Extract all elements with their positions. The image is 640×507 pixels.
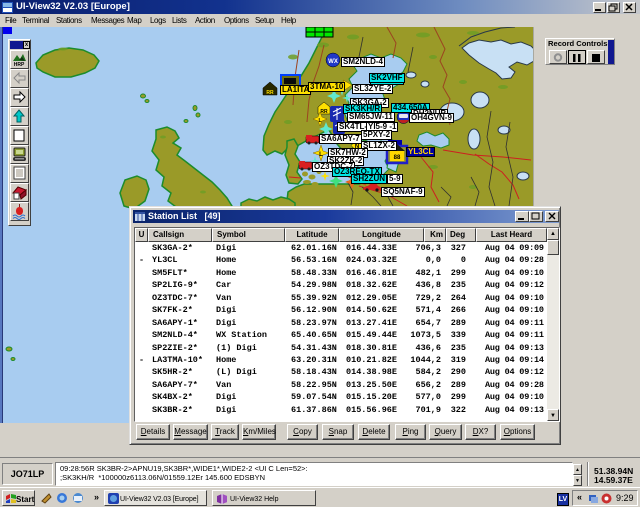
svg-text:HRP: HRP [14, 62, 25, 68]
svg-text:RR: RR [320, 109, 328, 115]
svg-text:88: 88 [394, 155, 401, 161]
svg-text:RR: RR [266, 90, 274, 96]
svg-text:L: L [318, 118, 321, 124]
svg-text:WX: WX [328, 59, 338, 65]
svg-text:L: L [319, 152, 323, 158]
